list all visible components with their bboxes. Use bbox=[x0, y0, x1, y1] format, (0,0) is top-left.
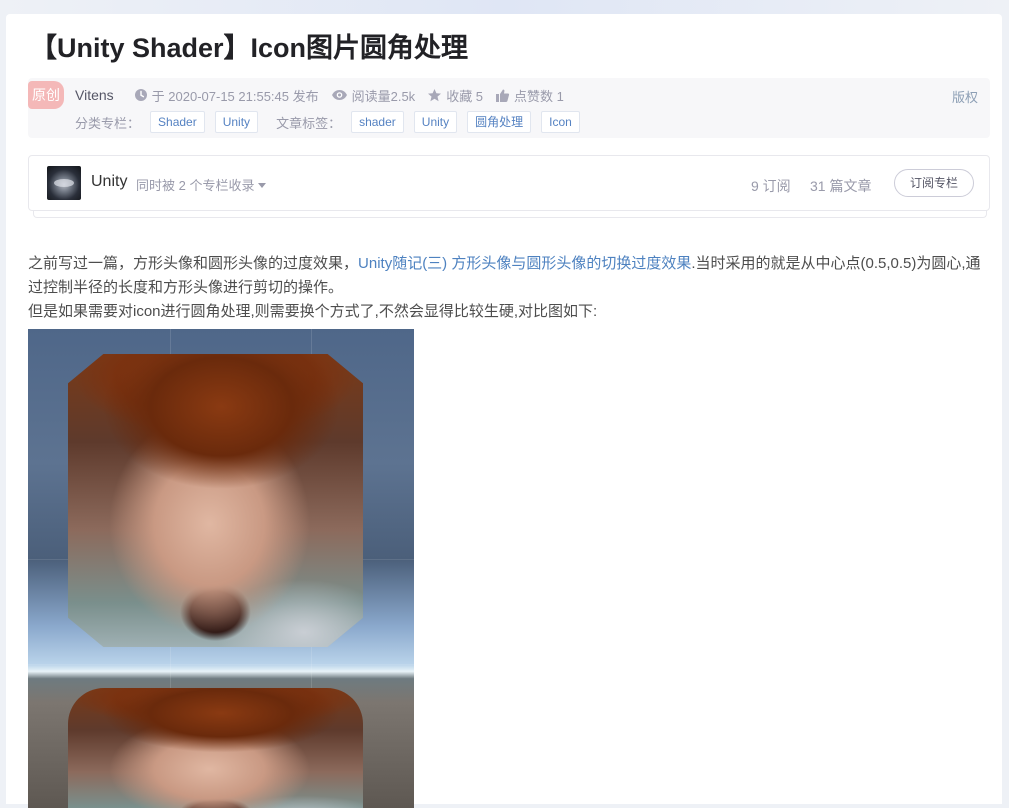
article-tags-label: 文章标签： bbox=[276, 115, 342, 131]
original-badge: 原创 bbox=[28, 81, 64, 109]
publish-time: 于 2020-07-15 21:55:45 发布 bbox=[134, 86, 319, 105]
column-article-count: 31 篇文章 bbox=[810, 178, 872, 194]
article-tag-shader[interactable]: shader bbox=[351, 111, 404, 133]
star-icon bbox=[428, 88, 442, 101]
like-count[interactable]: 点赞数 1 bbox=[495, 86, 564, 105]
column-thumbnail[interactable] bbox=[47, 166, 81, 200]
comparison-image bbox=[28, 329, 414, 808]
column-included-text: 同时被 2 个专栏收录 bbox=[136, 178, 255, 193]
paragraph-1-text-start: 之前写过一篇，方形头像和圆形头像的过度效果， bbox=[28, 255, 359, 272]
article-content: 之前写过一篇，方形头像和圆形头像的过度效果，Unity随记(三) 方形头像与圆形… bbox=[28, 252, 988, 324]
portrait-rounded-corners bbox=[68, 688, 363, 808]
column-card: Unity 同时被 2 个专栏收录 9 订阅 31 篇文章 订阅专栏 bbox=[28, 155, 990, 211]
favorite-count[interactable]: 收藏 5 bbox=[427, 86, 483, 105]
favorite-count-text: 收藏 5 bbox=[446, 88, 484, 104]
article-tag-unity[interactable]: Unity bbox=[413, 111, 458, 133]
column-included-dropdown[interactable]: 同时被 2 个专栏收录 bbox=[136, 175, 267, 194]
category-tag-shader[interactable]: Shader bbox=[150, 111, 205, 133]
like-count-text: 点赞数 1 bbox=[514, 88, 564, 104]
clock-icon bbox=[134, 89, 147, 101]
top-banner bbox=[0, 0, 1009, 14]
view-count-text: 阅读量2.5k bbox=[351, 88, 416, 104]
article-info-box: 原创 Vitens 于 2020-07-15 21:55:45 发布 阅读量2.… bbox=[28, 78, 990, 138]
author-link[interactable]: Vitens bbox=[75, 87, 114, 103]
content-paragraph-2: 但是如果需要对icon进行圆角处理,则需要换个方式了,不然会显得比较生硬,对比图… bbox=[28, 303, 598, 320]
article-tag-icon[interactable]: Icon bbox=[541, 111, 580, 133]
meta-row: Vitens 于 2020-07-15 21:55:45 发布 阅读量2.5k … bbox=[75, 85, 576, 105]
tags-row: 分类专栏： Shader Unity 文章标签： shader Unity 圆角… bbox=[75, 111, 580, 133]
related-article-link[interactable]: Unity随记(三) 方形头像与圆形头像的切换过度效果 bbox=[358, 255, 691, 272]
category-tag-unity[interactable]: Unity bbox=[214, 111, 259, 133]
portrait-beveled-corners bbox=[68, 354, 363, 647]
column-subscriber-count: 9 订阅 bbox=[751, 178, 791, 194]
column-card-stack bbox=[33, 210, 987, 218]
category-label: 分类专栏： bbox=[75, 115, 141, 131]
article-title: 【Unity Shader】Icon图片圆角处理 bbox=[30, 33, 469, 63]
article-tag-rounded-corner[interactable]: 圆角处理 bbox=[467, 111, 532, 133]
thumbs-up-icon bbox=[496, 89, 510, 102]
view-count: 阅读量2.5k bbox=[331, 86, 416, 105]
subscribe-column-button[interactable]: 订阅专栏 bbox=[894, 169, 974, 197]
publish-time-text: 于 2020-07-15 21:55:45 发布 bbox=[151, 88, 319, 104]
grid-line bbox=[28, 664, 414, 665]
column-name[interactable]: Unity bbox=[91, 173, 127, 191]
caret-down-icon bbox=[258, 183, 267, 188]
eye-icon bbox=[331, 90, 347, 100]
article-container: 【Unity Shader】Icon图片圆角处理 原创 Vitens 于 202… bbox=[6, 14, 1002, 808]
content-paragraph-1: 之前写过一篇，方形头像和圆形头像的过度效果，Unity随记(三) 方形头像与圆形… bbox=[28, 252, 988, 300]
copyright-link[interactable]: 版权 bbox=[952, 87, 978, 106]
